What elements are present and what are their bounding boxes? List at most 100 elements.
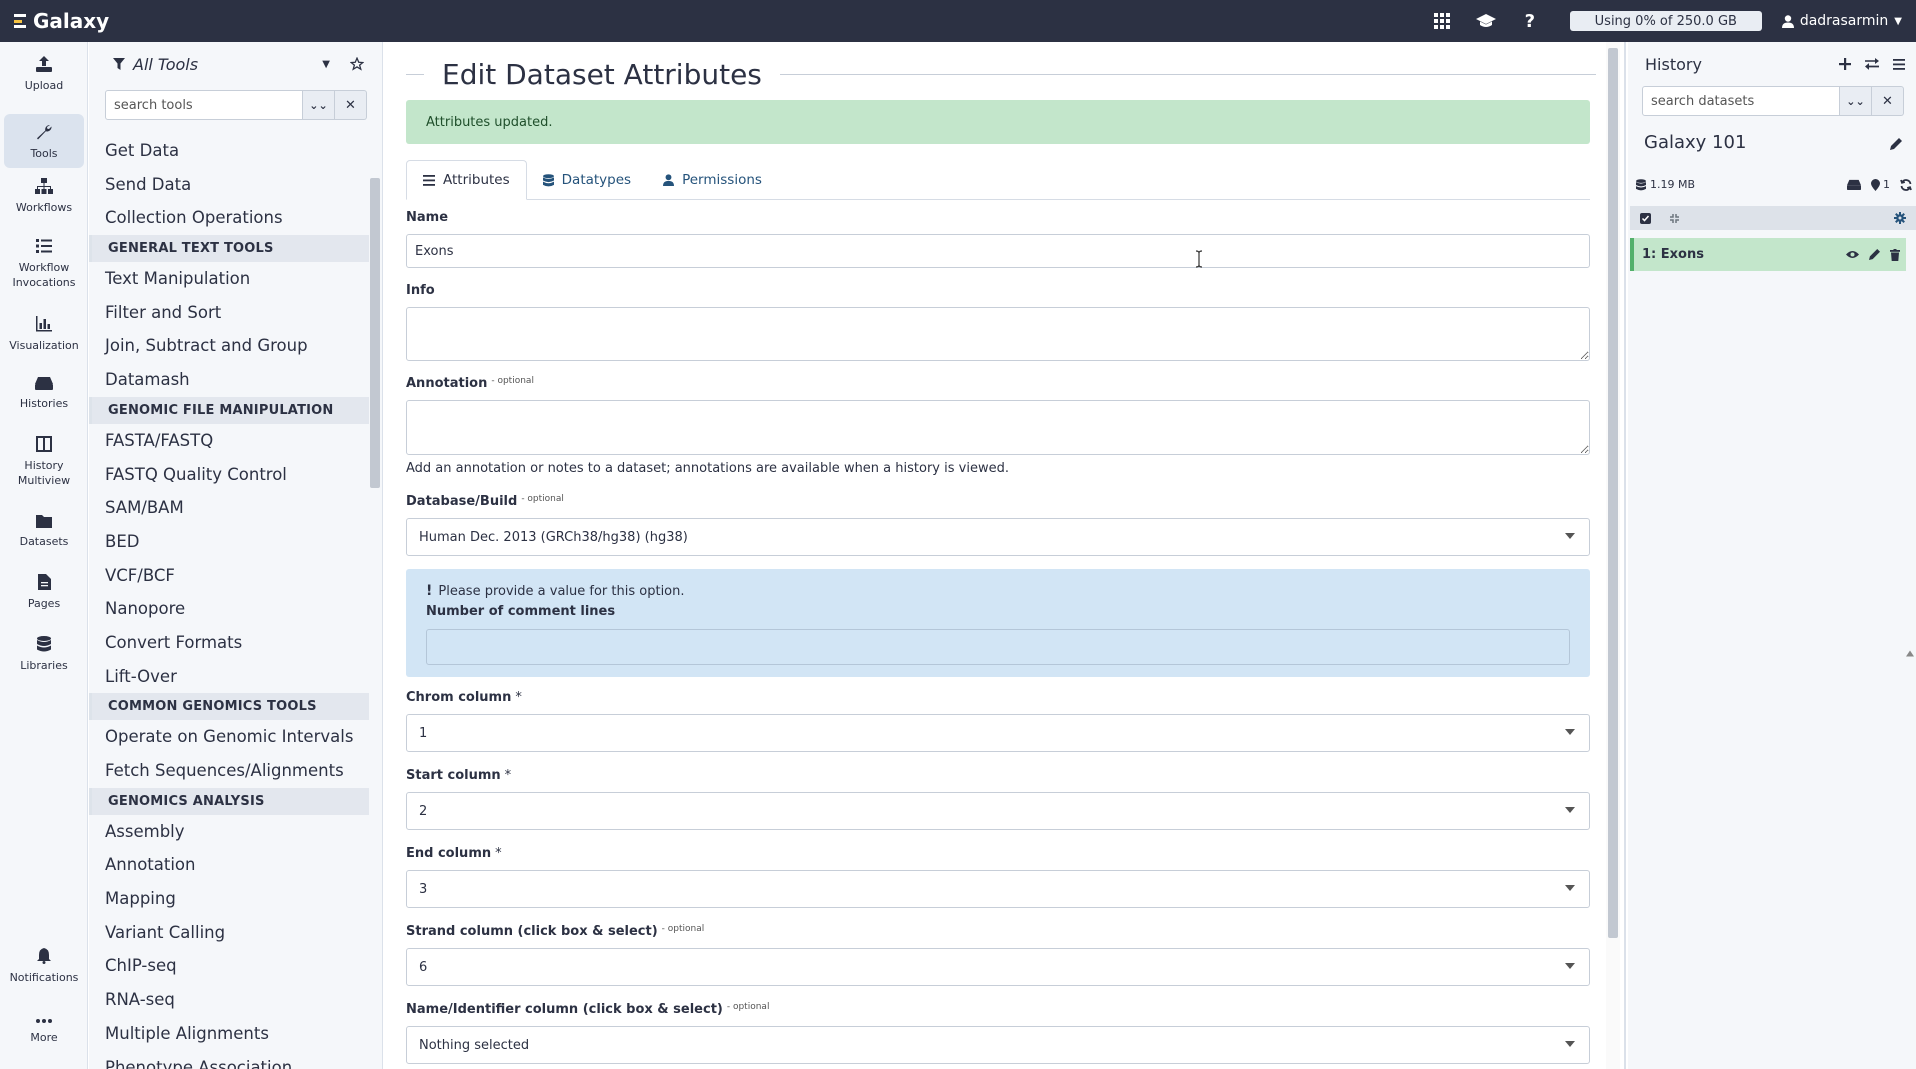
- hdd-icon[interactable]: [1847, 179, 1861, 190]
- scrollbar-thumb[interactable]: [1608, 48, 1618, 938]
- end-column-select[interactable]: 3: [406, 870, 1590, 908]
- panel-divider[interactable]: [1624, 42, 1626, 1069]
- tab-attributes[interactable]: Attributes: [406, 160, 527, 200]
- activity-history-multiview[interactable]: History Multiview: [4, 436, 84, 500]
- map-marker-count[interactable]: 1: [1871, 178, 1890, 191]
- info-label: Info: [406, 283, 435, 298]
- tool-category-link[interactable]: Send Data: [89, 168, 369, 202]
- eye-icon[interactable]: [1846, 250, 1859, 259]
- tool-category-link[interactable]: Nanopore: [89, 592, 369, 626]
- exchange-icon[interactable]: [1865, 58, 1879, 70]
- tool-category-link[interactable]: Convert Formats: [89, 626, 369, 660]
- activity-workflow-invocations[interactable]: Workflow Invocations: [4, 238, 84, 302]
- history-search-input[interactable]: [1642, 86, 1840, 116]
- tool-category-link[interactable]: FASTA/FASTQ: [89, 424, 369, 458]
- history-clear-search-button[interactable]: ✕: [1872, 86, 1904, 116]
- tool-category-link[interactable]: ChIP-seq: [89, 949, 369, 983]
- advanced-search-button[interactable]: ⌄⌄: [303, 90, 335, 120]
- tool-search-input[interactable]: [105, 90, 303, 120]
- gear-icon[interactable]: [1894, 212, 1906, 224]
- annotation-textarea[interactable]: [406, 400, 1590, 455]
- activity-upload[interactable]: Upload: [4, 56, 84, 106]
- clear-search-button[interactable]: ✕: [335, 90, 367, 120]
- strand-column-select[interactable]: 6: [406, 948, 1590, 986]
- info-textarea[interactable]: [406, 307, 1590, 361]
- history-panel: History ⌄⌄ ✕ Galaxy 101 1.19 MB 1: [1628, 42, 1916, 1069]
- history-search: ⌄⌄ ✕: [1642, 86, 1904, 116]
- tool-category-link[interactable]: FASTQ Quality Control: [89, 458, 369, 492]
- trash-icon[interactable]: [1890, 248, 1900, 261]
- activity-notifications[interactable]: Notifications: [4, 948, 84, 998]
- dbkey-select[interactable]: Human Dec. 2013 (GRCh38/hg38) (hg38): [406, 518, 1590, 556]
- center-scrollbar[interactable]: [1606, 42, 1620, 1069]
- tool-category-link[interactable]: BED: [89, 525, 369, 559]
- activity-bar: Upload Tools Workflows Workflow Invocati…: [0, 42, 88, 1069]
- apps-grid-icon[interactable]: [1420, 0, 1464, 42]
- name-input[interactable]: Exons: [406, 234, 1590, 268]
- user-menu[interactable]: dadrasarmin ▼: [1781, 13, 1916, 29]
- caret-down-icon[interactable]: ▼: [322, 59, 330, 70]
- chevron-down-icon: [1565, 533, 1575, 539]
- hdd-icon: [35, 377, 53, 390]
- tool-category-link[interactable]: Mapping: [89, 882, 369, 916]
- tool-panel-scrollbar[interactable]: [370, 178, 380, 488]
- chrom-column-select[interactable]: 1: [406, 714, 1590, 752]
- tool-category-link[interactable]: Join, Subtract and Group: [89, 329, 369, 363]
- help-icon[interactable]: ?: [1508, 0, 1552, 42]
- tool-category-link[interactable]: Multiple Alignments: [89, 1017, 369, 1051]
- tool-category-link[interactable]: Collection Operations: [89, 201, 369, 235]
- activity-tools[interactable]: Tools: [4, 114, 84, 168]
- tool-category-link[interactable]: Phenotype Association: [89, 1051, 369, 1069]
- angle-double-down-icon: ⌄⌄: [1846, 94, 1865, 108]
- tool-category-link[interactable]: RNA-seq: [89, 983, 369, 1017]
- history-scrollbar[interactable]: [1906, 238, 1914, 1069]
- comment-lines-input[interactable]: [426, 629, 1570, 665]
- chevron-down-icon: [1565, 807, 1575, 813]
- map-marker-icon: [1871, 178, 1880, 191]
- start-column-select[interactable]: 2: [406, 792, 1590, 830]
- history-advanced-search-button[interactable]: ⌄⌄: [1840, 86, 1872, 116]
- check-square-icon[interactable]: [1640, 212, 1651, 224]
- star-icon[interactable]: [350, 57, 364, 71]
- pencil-icon[interactable]: [1890, 138, 1902, 150]
- activity-datasets[interactable]: Datasets: [4, 514, 84, 564]
- text-cursor-icon: [1195, 250, 1203, 268]
- activity-histories[interactable]: Histories: [4, 376, 84, 426]
- center-panel: Edit Dataset Attributes Attributes updat…: [384, 42, 1606, 1069]
- bars-icon[interactable]: [1893, 58, 1905, 70]
- tool-panel-filter[interactable]: All Tools: [113, 55, 198, 74]
- tab-permissions[interactable]: Permissions: [647, 160, 778, 200]
- activity-libraries[interactable]: Libraries: [4, 636, 84, 686]
- tool-category-link[interactable]: Datamash: [89, 363, 369, 397]
- tool-category-link[interactable]: Assembly: [89, 815, 369, 849]
- tool-category-link[interactable]: Operate on Genomic Intervals: [89, 720, 369, 754]
- tool-category-link[interactable]: Annotation: [89, 848, 369, 882]
- tool-category-link[interactable]: VCF/BCF: [89, 559, 369, 593]
- activity-pages[interactable]: Pages: [4, 574, 84, 624]
- activity-visualization[interactable]: Visualization: [4, 316, 84, 366]
- ellipsis-icon: [36, 1019, 52, 1023]
- activity-workflows[interactable]: Workflows: [4, 178, 84, 228]
- tool-category-link[interactable]: Lift-Over: [89, 660, 369, 694]
- history-name[interactable]: Galaxy 101: [1644, 132, 1746, 153]
- tool-category-link[interactable]: Get Data: [89, 134, 369, 168]
- plus-icon[interactable]: [1839, 58, 1851, 70]
- tool-category-link[interactable]: Filter and Sort: [89, 296, 369, 330]
- tool-category-link[interactable]: Text Manipulation: [89, 262, 369, 296]
- graduation-cap-icon[interactable]: [1464, 0, 1508, 42]
- galaxy-brand[interactable]: Galaxy: [0, 9, 109, 33]
- tab-datatypes[interactable]: Datatypes: [527, 160, 647, 200]
- tool-category-link[interactable]: SAM/BAM: [89, 491, 369, 525]
- tool-category-link[interactable]: Fetch Sequences/Alignments: [89, 754, 369, 788]
- history-dataset-item[interactable]: 1: Exons: [1630, 238, 1906, 271]
- history-size[interactable]: 1.19 MB: [1636, 178, 1695, 191]
- activity-more[interactable]: More: [4, 1018, 84, 1058]
- tool-category-link[interactable]: Variant Calling: [89, 916, 369, 950]
- sync-icon[interactable]: [1900, 178, 1912, 191]
- pencil-icon[interactable]: [1869, 249, 1880, 260]
- comment-lines-label: Number of comment lines: [426, 604, 616, 619]
- quota-meter[interactable]: Using 0% of 250.0 GB: [1569, 11, 1762, 31]
- name-column-select[interactable]: Nothing selected: [406, 1026, 1590, 1064]
- compress-icon[interactable]: [1669, 213, 1680, 224]
- page-title: Edit Dataset Attributes: [406, 54, 1596, 94]
